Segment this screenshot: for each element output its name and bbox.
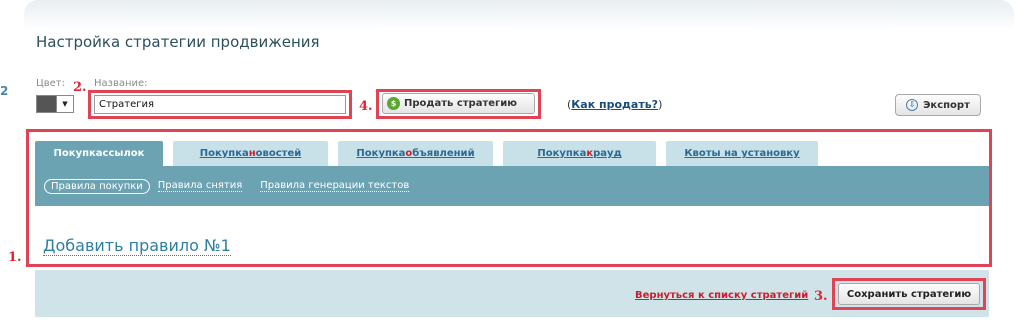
marker-1: 1. bbox=[8, 250, 22, 265]
strategy-name-input[interactable] bbox=[94, 95, 346, 114]
sell-strategy-button[interactable]: $ Продать стратегию bbox=[382, 93, 535, 114]
edge-number: 2 bbox=[0, 84, 9, 98]
highlight-box-tabs bbox=[26, 129, 992, 267]
save-strategy-button[interactable]: Сохранить стратегию bbox=[838, 283, 980, 305]
export-icon: ⇩ bbox=[906, 99, 919, 111]
color-swatch bbox=[37, 96, 57, 112]
sell-strategy-label: Продать стратегию bbox=[404, 98, 517, 109]
top-decoration bbox=[24, 0, 1014, 30]
how-to-sell-link[interactable]: Как продать? bbox=[571, 98, 658, 111]
how-sell-paren-close: ) bbox=[658, 98, 663, 111]
marker-3: 3. bbox=[814, 289, 828, 304]
chevron-down-icon: ▼ bbox=[62, 100, 68, 108]
color-label: Цвет: bbox=[36, 78, 66, 89]
name-label: Название: bbox=[94, 78, 148, 89]
marker-2: 2. bbox=[73, 80, 87, 95]
how-to-sell: (Как продать?) bbox=[567, 98, 662, 111]
coin-icon: $ bbox=[387, 97, 400, 110]
page-title: Настройка стратегии продвижения bbox=[36, 33, 320, 51]
color-picker[interactable]: ▼ bbox=[36, 95, 74, 113]
back-to-strategies-link[interactable]: Вернуться к списку стратегий bbox=[635, 290, 808, 301]
export-label: Экспорт bbox=[923, 99, 970, 111]
marker-4: 4. bbox=[359, 99, 373, 114]
export-button[interactable]: ⇩ Экспорт bbox=[895, 94, 981, 116]
